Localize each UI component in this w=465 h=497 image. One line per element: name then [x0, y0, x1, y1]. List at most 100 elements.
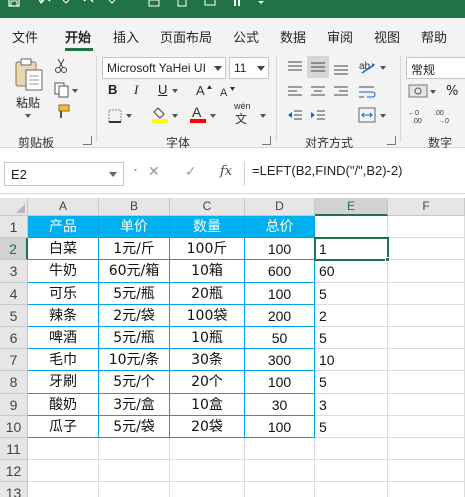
select-all-button[interactable] [0, 198, 28, 216]
orientation-icon[interactable]: ab [358, 57, 378, 81]
table-cell[interactable]: 100袋 [170, 304, 245, 327]
table-cell[interactable]: 辣条 [28, 304, 99, 327]
cell-f3[interactable] [388, 260, 465, 283]
name-box[interactable]: E2 [4, 162, 124, 186]
font-name-select[interactable]: Microsoft YaHei UI [102, 57, 226, 79]
table-cell[interactable]: 瓜子 [28, 415, 99, 438]
row-header-3[interactable]: 3 [0, 260, 28, 283]
insert-function-icon[interactable]: fx [220, 164, 232, 179]
table-cell[interactable]: 300 [245, 349, 315, 372]
table-cell[interactable]: 毛巾 [28, 349, 99, 372]
copy-dropdown-icon[interactable] [72, 89, 78, 93]
table-cell[interactable]: 10瓶 [170, 327, 245, 350]
cell-a13[interactable] [28, 482, 99, 497]
borders-icon[interactable] [108, 108, 122, 127]
cell-f2[interactable] [388, 238, 465, 261]
cell-e1[interactable] [315, 216, 388, 239]
formula-bar-grip-icon[interactable] [134, 168, 137, 171]
borders-dropdown-icon[interactable] [126, 114, 132, 118]
align-right-icon[interactable] [333, 84, 349, 103]
column-header-d[interactable]: D [245, 198, 315, 216]
cell-e13[interactable] [315, 482, 388, 497]
enter-icon[interactable]: ✓ [185, 164, 197, 180]
alignment-launcher-icon[interactable] [387, 136, 396, 145]
table-cell[interactable]: 3元/盒 [99, 393, 170, 416]
result-cell[interactable]: 60 [315, 260, 388, 283]
table-cell[interactable]: 100 [245, 238, 315, 261]
result-cell[interactable]: 5 [315, 415, 388, 438]
table-cell[interactable]: 10元/条 [99, 349, 170, 372]
font-color-dropdown-icon[interactable] [210, 114, 216, 118]
table-cell[interactable]: 白菜 [28, 238, 99, 261]
cell-e11[interactable] [315, 438, 388, 461]
clipboard-launcher-icon[interactable] [83, 136, 92, 145]
table-cell[interactable]: 1元/斤 [99, 238, 170, 261]
cell-f5[interactable] [388, 304, 465, 327]
italic-button[interactable]: I [134, 82, 138, 98]
row-header-11[interactable]: 11 [0, 438, 28, 461]
row-header-1[interactable]: 1 [0, 216, 28, 239]
table-cell[interactable]: 20个 [170, 371, 245, 394]
table-cell[interactable]: 10箱 [170, 260, 245, 283]
paste-dropdown-icon[interactable] [25, 114, 31, 118]
table-cell[interactable]: 30条 [170, 349, 245, 372]
tab-data[interactable]: 数据 [280, 27, 306, 46]
table-cell[interactable]: 600 [245, 260, 315, 283]
percent-style-icon[interactable]: % [446, 84, 458, 99]
tab-insert[interactable]: 插入 [113, 27, 139, 46]
font-size-select[interactable]: 11 [229, 57, 269, 79]
copy-icon[interactable] [54, 82, 70, 102]
result-cell[interactable]: 5 [315, 371, 388, 394]
table-header-cell[interactable]: 数量 [170, 216, 245, 239]
table-cell[interactable]: 100斤 [170, 238, 245, 261]
column-header-c[interactable]: C [170, 198, 245, 216]
cell-f9[interactable] [388, 393, 465, 416]
increase-decimal-icon[interactable]: ←0.00 [408, 108, 430, 128]
column-header-f[interactable]: F [388, 198, 465, 216]
bold-button[interactable]: B [108, 82, 117, 97]
align-left-icon[interactable] [287, 84, 303, 103]
table-cell[interactable]: 100 [245, 415, 315, 438]
row-header-7[interactable]: 7 [0, 349, 28, 372]
tab-review[interactable]: 审阅 [327, 27, 353, 46]
merge-dropdown-icon[interactable] [380, 114, 386, 118]
number-format-select[interactable]: 常规 [406, 57, 465, 79]
print-icon[interactable] [204, 0, 216, 9]
result-cell[interactable]: 5 [315, 282, 388, 305]
cell-d11[interactable] [245, 438, 315, 461]
tab-view[interactable]: 视图 [374, 27, 400, 46]
fill-handle[interactable] [385, 257, 390, 263]
table-header-cell[interactable]: 产品 [28, 216, 99, 239]
table-cell[interactable]: 10盒 [170, 393, 245, 416]
tab-page-layout[interactable]: 页面布局 [160, 27, 212, 46]
cell-a11[interactable] [28, 438, 99, 461]
table-cell[interactable]: 5元/袋 [99, 415, 170, 438]
orientation-dropdown-icon[interactable] [380, 66, 386, 70]
row-header-12[interactable]: 12 [0, 460, 28, 483]
align-center-icon[interactable] [310, 84, 326, 103]
result-cell[interactable]: 3 [315, 393, 388, 416]
row-header-5[interactable]: 5 [0, 304, 28, 327]
result-cell[interactable]: 2 [315, 304, 388, 327]
row-header-8[interactable]: 8 [0, 371, 28, 394]
cell-c11[interactable] [170, 438, 245, 461]
redo-icon[interactable] [82, 0, 96, 9]
table-icon[interactable] [148, 0, 160, 9]
row-header-4[interactable]: 4 [0, 282, 28, 305]
align-middle-icon[interactable] [307, 56, 329, 78]
table-cell[interactable]: 30 [245, 393, 315, 416]
cell-f7[interactable] [388, 349, 465, 372]
formula-input[interactable]: =LEFT(B2,FIND("/",B2)-2) [252, 163, 402, 178]
increase-font-size-icon[interactable]: A [196, 82, 212, 101]
cell-f13[interactable] [388, 482, 465, 497]
format-painter-icon[interactable] [54, 104, 70, 124]
table-header-cell[interactable]: 单价 [99, 216, 170, 239]
font-launcher-icon[interactable] [262, 136, 271, 145]
table-cell[interactable]: 60元/箱 [99, 260, 170, 283]
row-header-6[interactable]: 6 [0, 327, 28, 350]
column-header-a[interactable]: A [28, 198, 99, 216]
align-top-icon[interactable] [287, 60, 303, 80]
chart-icon[interactable] [232, 0, 244, 9]
result-cell[interactable]: 1 [315, 238, 388, 261]
table-cell[interactable]: 牛奶 [28, 260, 99, 283]
